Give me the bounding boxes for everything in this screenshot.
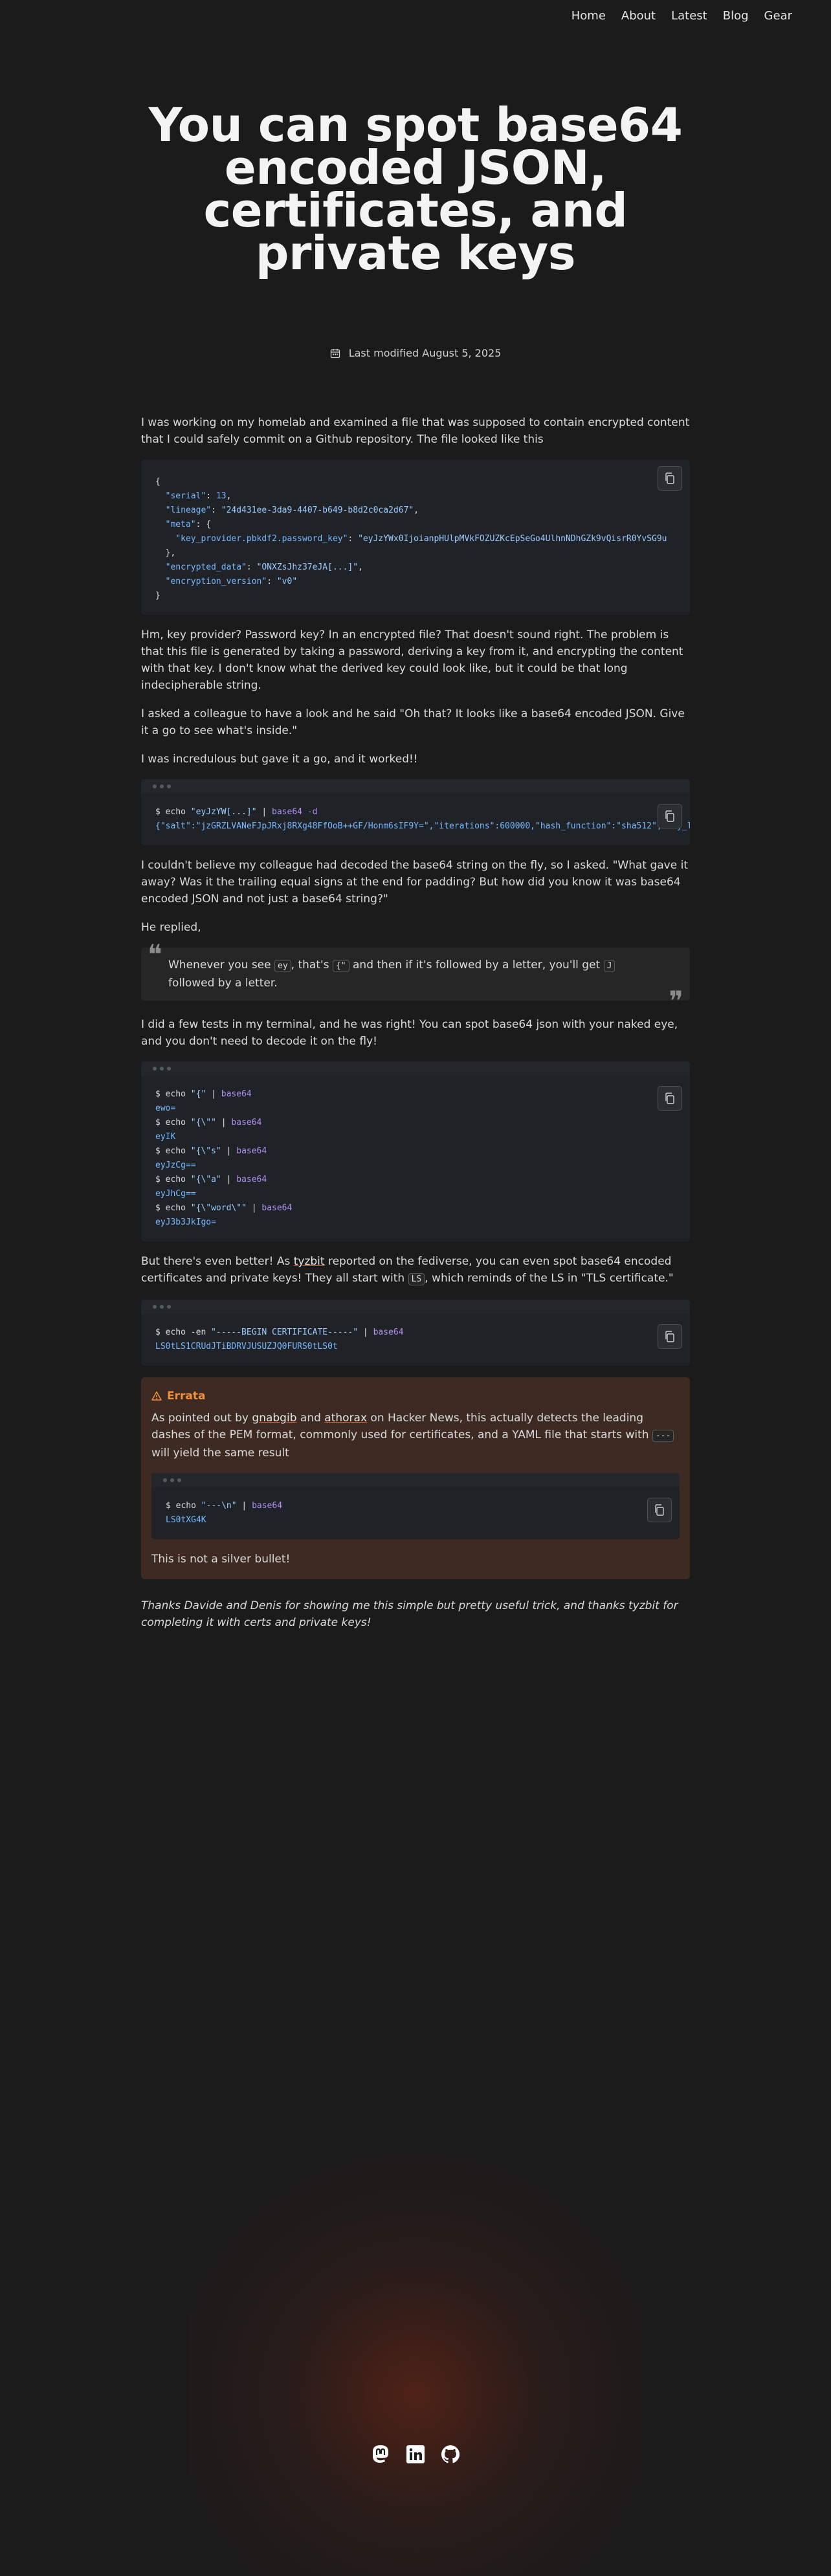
window-dots — [151, 1473, 680, 1487]
nav-gear[interactable]: Gear — [764, 9, 792, 23]
link-athorax[interactable]: athorax — [324, 1412, 367, 1425]
copy-icon — [665, 472, 674, 484]
nav-blog[interactable]: Blog — [723, 9, 749, 23]
github-link[interactable] — [440, 2444, 461, 2467]
page-title: You can spot base64 encoded JSON, certif… — [148, 98, 683, 280]
paragraph: I couldn't believe my colleague had deco… — [141, 859, 688, 905]
nav-latest[interactable]: Latest — [671, 9, 707, 23]
social-links — [0, 2444, 831, 2467]
last-modified: Last modified August 5, 2025 — [348, 347, 502, 359]
linkedin-link[interactable] — [405, 2444, 426, 2467]
code-content: $ echo "---\n" | base64 LS0tXG4K — [166, 1501, 283, 1525]
window-dots — [141, 779, 690, 794]
copy-button[interactable] — [658, 1086, 682, 1111]
paragraph: I did a few tests in my terminal, and he… — [141, 1018, 678, 1048]
open-quote-icon: ❝ — [148, 938, 162, 970]
warning-icon — [151, 1391, 162, 1401]
mastodon-link[interactable] — [370, 2444, 391, 2467]
mastodon-icon — [373, 2445, 388, 2463]
github-icon — [441, 2445, 460, 2463]
code-content: $ echo -en "-----BEGIN CERTIFICATE-----"… — [155, 1327, 404, 1351]
nav-home[interactable]: Home — [571, 9, 606, 23]
window-dots — [141, 1061, 690, 1076]
paragraph: But there's even better! As tyzbit repor… — [141, 1255, 674, 1285]
code-block-tests: $ echo "{" | base64 ewo= $ echo "{\"" | … — [141, 1061, 690, 1241]
copy-button[interactable] — [658, 1324, 682, 1349]
paragraph: He replied, — [141, 921, 201, 934]
nav-about[interactable]: About — [621, 9, 656, 23]
article-body: I was working on my homelab and examined… — [141, 414, 690, 1643]
copy-icon — [655, 1504, 664, 1516]
copy-icon — [665, 1093, 674, 1104]
errata-title: Errata — [151, 1388, 680, 1405]
errata-closing: This is not a silver bullet! — [151, 1553, 291, 1566]
code-content: $ echo "{" | base64 ewo= $ echo "{\"" | … — [155, 1089, 293, 1227]
code-content: { "serial": 13, "lineage": "24d431ee-3da… — [155, 477, 667, 601]
paragraph: I was incredulous but gave it a go, and … — [141, 753, 418, 766]
top-nav: Home About Latest Blog Gear — [571, 9, 792, 23]
copy-button[interactable] — [658, 466, 682, 491]
errata-text: As pointed out by gnabgib and athorax on… — [151, 1410, 680, 1461]
copy-icon — [665, 810, 674, 822]
paragraph: I was working on my homelab and examined… — [141, 416, 690, 446]
calendar-icon — [330, 349, 340, 359]
copy-button[interactable] — [658, 804, 682, 828]
code-block-decode: $ echo "eyJzYW[...]" | base64 -d {"salt"… — [141, 779, 690, 845]
code-block-yaml: $ echo "---\n" | base64 LS0tXG4K — [151, 1473, 680, 1539]
code-block-json: { "serial": 13, "lineage": "24d431ee-3da… — [141, 460, 690, 615]
paragraph: Hm, key provider? Password key? In an en… — [141, 628, 683, 692]
window-dots — [141, 1300, 690, 1314]
post-meta: Last modified August 5, 2025 — [0, 347, 831, 359]
footer-glow — [189, 2123, 642, 2576]
link-tyzbit[interactable]: tyzbit — [294, 1255, 325, 1268]
close-quote-icon: ❞ — [669, 985, 683, 1017]
thanks-note: Thanks Davide and Denis for showing me t… — [141, 1599, 678, 1629]
copy-button[interactable] — [647, 1498, 672, 1522]
errata-callout: Errata As pointed out by gnabgib and ath… — [141, 1377, 690, 1579]
linkedin-icon — [406, 2445, 425, 2463]
link-gnabgib[interactable]: gnabgib — [252, 1412, 296, 1425]
code-content: $ echo "eyJzYW[...]" | base64 -d {"salt"… — [155, 807, 690, 831]
paragraph: I asked a colleague to have a look and h… — [141, 707, 685, 737]
copy-icon — [665, 1331, 674, 1342]
code-block-cert: $ echo -en "-----BEGIN CERTIFICATE-----"… — [141, 1300, 690, 1366]
blockquote: ❝ Whenever you see ey, that's {" and the… — [141, 938, 690, 1015]
